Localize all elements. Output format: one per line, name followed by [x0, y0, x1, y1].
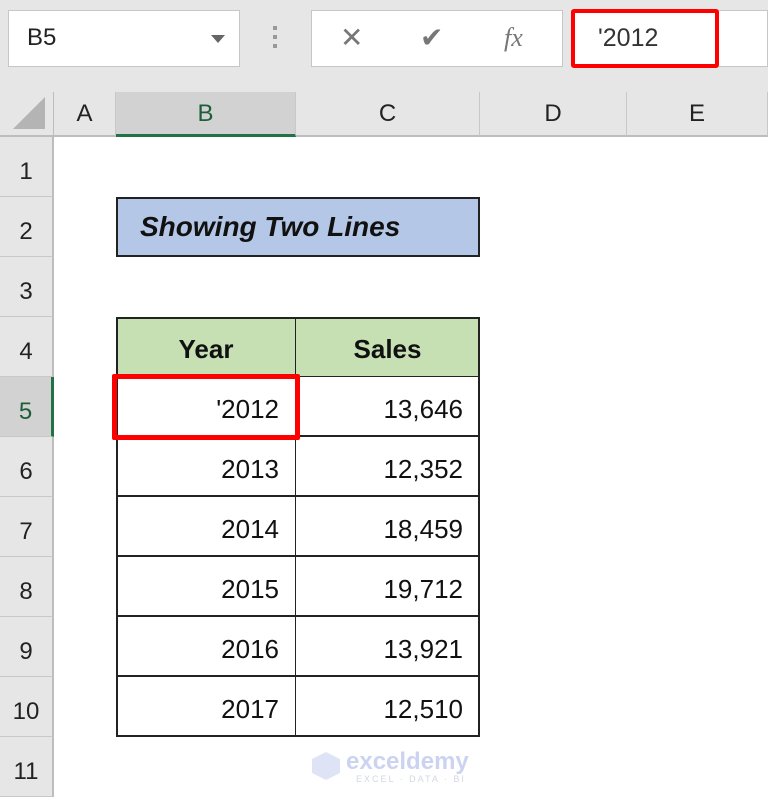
column-header-b[interactable]: B [116, 92, 296, 137]
name-box[interactable]: B5 [8, 10, 240, 67]
formula-buttons: ✕ ✔ fx [311, 10, 563, 67]
column-header-d[interactable]: D [480, 92, 627, 137]
column-header-a[interactable]: A [54, 92, 116, 137]
formula-toolbar: B5 ✕ ✔ fx '2012 [0, 0, 768, 92]
sales-cell[interactable]: 18,459 [295, 496, 480, 556]
year-cell[interactable]: '2012 [116, 376, 296, 436]
row-header-9[interactable]: 9 [0, 617, 54, 677]
row-header-6[interactable]: 6 [0, 437, 54, 497]
row-header-5[interactable]: 5 [0, 377, 54, 437]
row-header-2[interactable]: 2 [0, 197, 54, 257]
sales-cell[interactable]: 19,712 [295, 556, 480, 616]
sales-cell[interactable]: 12,510 [295, 676, 480, 736]
column-header-e[interactable]: E [627, 92, 768, 137]
column-header-c[interactable]: C [296, 92, 480, 137]
row-header-11[interactable]: 11 [0, 737, 54, 797]
table-header-sales[interactable]: Sales [295, 317, 480, 377]
name-box-value[interactable]: B5 [27, 24, 56, 52]
row-header-4[interactable]: 4 [0, 317, 54, 377]
sheet-title-cell[interactable]: Showing Two Lines [116, 197, 480, 257]
row-header-10[interactable]: 10 [0, 677, 54, 737]
grip-icon[interactable] [273, 26, 277, 53]
row-header-3[interactable]: 3 [0, 257, 54, 317]
sales-cell[interactable]: 13,921 [295, 616, 480, 676]
formula-highlight-box [571, 9, 719, 68]
cancel-icon[interactable]: ✕ [340, 21, 363, 54]
row-header-8[interactable]: 8 [0, 557, 54, 617]
select-all-button[interactable] [0, 92, 54, 137]
sales-cell[interactable]: 12,352 [295, 436, 480, 496]
year-cell[interactable]: 2013 [116, 436, 296, 496]
sales-cell[interactable]: 13,646 [295, 376, 480, 436]
exceldemy-logo-icon [312, 752, 340, 780]
year-cell[interactable]: 2015 [116, 556, 296, 616]
year-cell[interactable]: 2016 [116, 616, 296, 676]
watermark-name: exceldemy [346, 748, 469, 775]
row-header-7[interactable]: 7 [0, 497, 54, 557]
row-header-1[interactable]: 1 [0, 137, 54, 197]
table-header-year[interactable]: Year [116, 317, 296, 377]
watermark-tagline: EXCEL · DATA · BI [356, 774, 466, 784]
year-cell[interactable]: 2017 [116, 676, 296, 736]
enter-icon[interactable]: ✔ [420, 21, 443, 54]
year-cell[interactable]: 2014 [116, 496, 296, 556]
name-box-dropdown-icon[interactable] [211, 35, 225, 43]
insert-function-icon[interactable]: fx [504, 23, 523, 53]
